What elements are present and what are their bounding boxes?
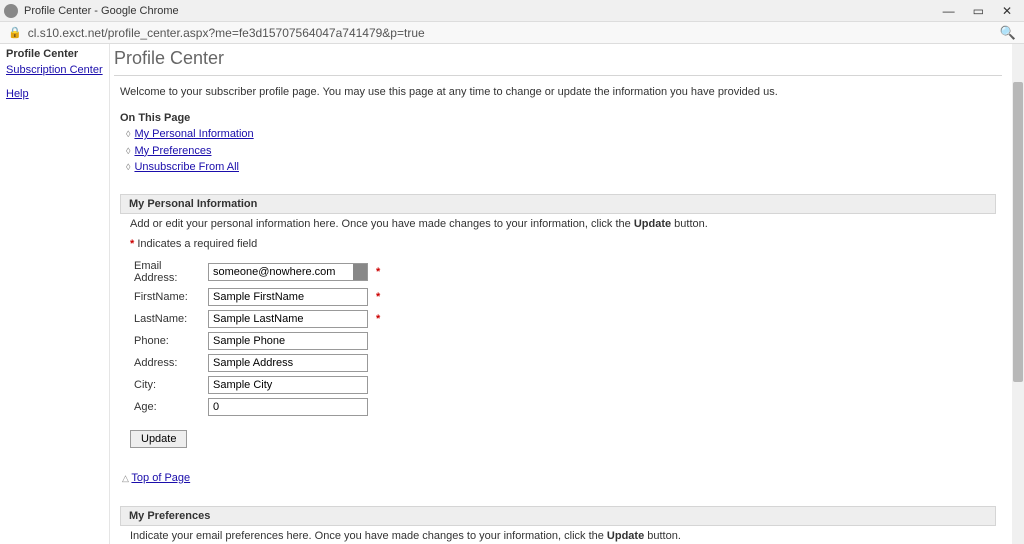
phone-label: Phone: — [130, 330, 204, 352]
preferences-desc: Indicate your email preferences here. On… — [114, 526, 1002, 544]
email-label: Email Address: — [130, 258, 204, 286]
preferences-header: My Preferences — [120, 506, 996, 526]
city-field[interactable] — [208, 376, 368, 394]
left-sidebar: Profile Center Subscription Center Help — [0, 44, 110, 544]
email-field[interactable] — [208, 263, 368, 281]
city-label: City: — [130, 374, 204, 396]
top-of-page-link[interactable]: Top of Page — [131, 472, 190, 484]
on-this-page-heading: On This Page — [120, 112, 1002, 124]
lastname-field[interactable] — [208, 310, 368, 328]
firstname-label: FirstName: — [130, 286, 204, 308]
email-dropdown-icon[interactable] — [353, 264, 367, 280]
sidebar-title: Profile Center — [6, 48, 103, 60]
on-this-page: On This Page My Personal Information My … — [114, 112, 1002, 176]
anchor-unsubscribe[interactable]: Unsubscribe From All — [134, 161, 239, 173]
vertical-scrollbar[interactable] — [1012, 44, 1024, 544]
address-label: Address: — [130, 352, 204, 374]
maximize-button[interactable]: ▭ — [973, 5, 984, 17]
address-field[interactable] — [208, 354, 368, 372]
required-star: * — [372, 308, 384, 330]
address-bar: 🔒 cl.s10.exct.net/profile_center.aspx?me… — [0, 22, 1024, 44]
lock-icon: 🔒 — [8, 26, 22, 39]
sidebar-item-subscription[interactable]: Subscription Center — [6, 64, 103, 76]
window-titlebar: Profile Center - Google Chrome — ▭ ✕ — [0, 0, 1024, 22]
required-star: * — [372, 286, 384, 308]
anchor-personal-info[interactable]: My Personal Information — [134, 128, 253, 140]
required-note: * Indicates a required field — [130, 238, 986, 250]
lastname-label: LastName: — [130, 308, 204, 330]
personal-info-header: My Personal Information — [120, 194, 996, 214]
personal-info-form: Email Address: * FirstName: * LastName: … — [130, 258, 384, 418]
browser-icon — [4, 4, 18, 18]
url-text[interactable]: cl.s10.exct.net/profile_center.aspx?me=f… — [28, 26, 1000, 40]
age-label: Age: — [130, 396, 204, 418]
phone-field[interactable] — [208, 332, 368, 350]
firstname-field[interactable] — [208, 288, 368, 306]
personal-info-desc: Add or edit your personal information he… — [114, 214, 1002, 238]
window-title: Profile Center - Google Chrome — [24, 5, 943, 17]
required-star: * — [372, 258, 384, 286]
page-title: Profile Center — [114, 44, 1002, 76]
intro-text: Welcome to your subscriber profile page.… — [114, 86, 1002, 98]
scrollbar-thumb[interactable] — [1013, 82, 1023, 382]
main-content: Profile Center Welcome to your subscribe… — [110, 44, 1012, 544]
minimize-button[interactable]: — — [943, 5, 955, 17]
update-button[interactable]: Update — [130, 430, 187, 448]
sidebar-item-help[interactable]: Help — [6, 88, 103, 100]
zoom-icon[interactable]: 🔍 — [1000, 25, 1016, 41]
anchor-preferences[interactable]: My Preferences — [134, 145, 211, 157]
close-button[interactable]: ✕ — [1002, 5, 1012, 17]
age-field[interactable] — [208, 398, 368, 416]
